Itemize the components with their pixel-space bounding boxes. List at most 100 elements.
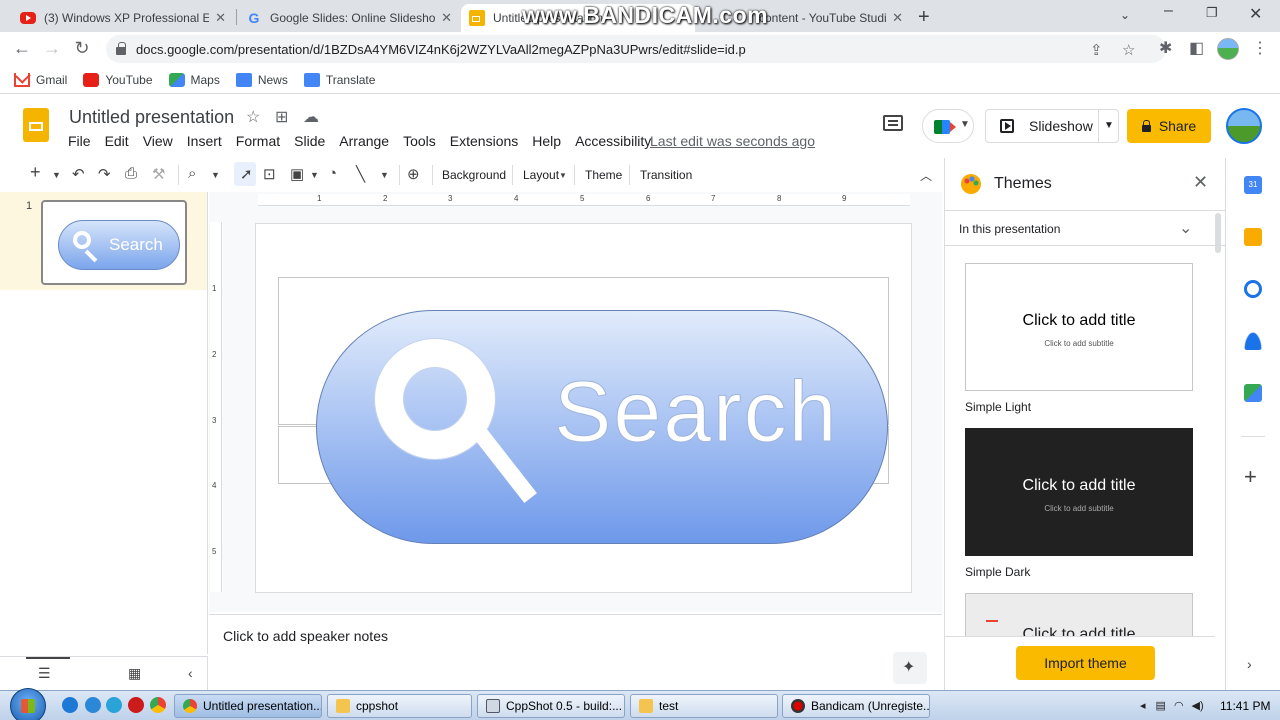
print-icon[interactable]: ⎙: [125, 165, 137, 182]
explorer-icon[interactable]: [85, 697, 101, 713]
menu-help[interactable]: Help: [532, 133, 561, 149]
edge-icon[interactable]: [62, 697, 78, 713]
maps-icon[interactable]: [1244, 384, 1262, 402]
bookmark-translate[interactable]: Translate: [303, 72, 375, 87]
opera-icon[interactable]: [128, 697, 144, 713]
menu-edit[interactable]: Edit: [105, 133, 129, 149]
line-icon[interactable]: ╲: [356, 165, 365, 183]
theme-card-simple-light[interactable]: Click to add title Click to add subtitle: [965, 263, 1193, 391]
bookmark-gmail[interactable]: Gmail: [14, 72, 67, 87]
slide-thumbnail[interactable]: Search: [41, 200, 187, 285]
taskbar-item-cppshot[interactable]: CppShot 0.5 - build:...: [477, 694, 625, 718]
select-arrow-icon[interactable]: ➚: [240, 165, 253, 183]
close-icon[interactable]: ✕: [1193, 172, 1208, 193]
collapse-filmstrip-icon[interactable]: ‹: [188, 665, 193, 681]
tab-close-icon[interactable]: ✕: [215, 10, 226, 26]
taskbar-item-test-folder[interactable]: test: [630, 694, 778, 718]
new-slide-caret-icon[interactable]: ▼: [52, 170, 61, 180]
theme-card-simple-dark[interactable]: Click to add title Click to add subtitle: [965, 428, 1193, 556]
slideshow-options-caret-icon[interactable]: ▼: [1104, 120, 1114, 131]
bookmark-news[interactable]: News: [235, 72, 288, 87]
tab-google-slides-info[interactable]: G Google Slides: Online Slideshow ✕: [238, 4, 460, 32]
background-button[interactable]: Background: [442, 168, 506, 182]
share-button[interactable]: Share: [1127, 109, 1211, 143]
star-icon[interactable]: ☆: [246, 107, 260, 127]
zoom-icon[interactable]: ⌕: [188, 165, 196, 182]
new-slide-plus-icon[interactable]: +: [30, 162, 41, 183]
layout-button[interactable]: Layout: [523, 168, 559, 182]
side-panel-icon[interactable]: ◧: [1189, 38, 1204, 58]
chrome-icon[interactable]: [150, 697, 166, 713]
address-bar[interactable]: docs.google.com/presentation/d/1BZDsA4YM…: [106, 35, 1166, 63]
menu-view[interactable]: View: [143, 133, 173, 149]
close-window-icon[interactable]: ✕: [1249, 4, 1262, 24]
menu-slide[interactable]: Slide: [294, 133, 325, 149]
undo-icon[interactable]: ↶: [72, 165, 85, 183]
menu-tools[interactable]: Tools: [403, 133, 436, 149]
paint-format-icon[interactable]: ⚒: [152, 165, 165, 183]
tray-expand-icon[interactable]: ◂: [1140, 699, 1146, 712]
start-button[interactable]: [10, 688, 46, 720]
account-avatar[interactable]: [1226, 108, 1262, 144]
menu-accessibility[interactable]: Accessibility: [575, 133, 651, 149]
taskbar-clock[interactable]: 11:41 PM: [1220, 699, 1270, 713]
explore-icon[interactable]: [893, 652, 927, 684]
collapse-toolbar-chevron-icon[interactable]: ︿: [920, 167, 932, 184]
redo-icon[interactable]: ↷: [98, 165, 111, 183]
menu-insert[interactable]: Insert: [187, 133, 222, 149]
volume-icon[interactable]: ◀): [1192, 699, 1204, 712]
slideshow-button[interactable]: Slideshow ▼: [985, 109, 1119, 143]
menu-arrange[interactable]: Arrange: [339, 133, 389, 149]
menu-format[interactable]: Format: [236, 133, 280, 149]
tab-search-chevron-icon[interactable]: ⌄: [1120, 8, 1130, 22]
zoom-caret-icon[interactable]: ▼: [211, 170, 220, 180]
menu-extensions[interactable]: Extensions: [450, 133, 518, 149]
browser-menu-icon[interactable]: ⋮: [1252, 38, 1268, 58]
back-arrow-icon[interactable]: ←: [10, 38, 34, 59]
speaker-notes-placeholder[interactable]: Click to add speaker notes: [223, 628, 388, 644]
firefox-icon[interactable]: [106, 697, 122, 713]
bookmark-maps[interactable]: Maps: [168, 72, 220, 87]
contacts-icon[interactable]: [1244, 332, 1262, 350]
image-icon[interactable]: ▣: [290, 165, 304, 183]
network-icon[interactable]: ▤: [1156, 699, 1166, 712]
line-caret-icon[interactable]: ▼: [380, 170, 389, 180]
calendar-icon[interactable]: 31: [1244, 176, 1262, 194]
bookmark-youtube[interactable]: YouTube: [83, 72, 153, 87]
slide-canvas[interactable]: Search: [255, 223, 912, 593]
tab-close-icon[interactable]: ✕: [892, 10, 903, 26]
browser-profile-avatar[interactable]: [1217, 38, 1239, 60]
comment-history-icon[interactable]: [883, 115, 903, 131]
share-page-icon[interactable]: ⇪: [1090, 41, 1103, 59]
text-box-icon[interactable]: ⊡: [263, 165, 276, 183]
shape-icon[interactable]: ◔: [328, 165, 337, 182]
themes-scrollbar[interactable]: [1215, 213, 1221, 253]
keep-icon[interactable]: [1244, 228, 1262, 246]
taskbar-item-cppshot-folder[interactable]: cppshot: [327, 694, 472, 718]
slides-logo-icon[interactable]: [23, 108, 49, 142]
restore-icon[interactable]: ❐: [1206, 5, 1218, 21]
bookmark-star-icon[interactable]: ☆: [1122, 41, 1135, 59]
grid-view-icon[interactable]: ▦: [128, 665, 141, 682]
extensions-puzzle-icon[interactable]: ✱: [1159, 38, 1172, 58]
reload-icon[interactable]: ↻: [70, 38, 94, 59]
menu-file[interactable]: File: [68, 133, 91, 149]
chevron-right-icon[interactable]: ›: [1247, 656, 1252, 672]
add-comment-icon[interactable]: ⊕: [407, 165, 420, 183]
wifi-icon[interactable]: ◠: [1174, 699, 1184, 712]
taskbar-item-bandicam[interactable]: Bandicam (Unregiste...: [782, 694, 930, 718]
new-tab-icon[interactable]: +: [918, 6, 930, 29]
filmstrip-view-icon[interactable]: ☰: [38, 665, 51, 682]
get-addons-plus-icon[interactable]: +: [1244, 464, 1257, 490]
speaker-notes[interactable]: Click to add speaker notes: [209, 614, 942, 690]
tab-windows-xp[interactable]: (3) Windows XP Professional Edit ✕: [12, 4, 234, 32]
themes-section-dropdown[interactable]: In this presentation ⌄: [945, 210, 1225, 246]
move-folder-icon[interactable]: ⊞: [275, 107, 288, 127]
search-image[interactable]: Search: [316, 310, 888, 544]
tasks-icon[interactable]: [1244, 280, 1262, 298]
url-text[interactable]: docs.google.com/presentation/d/1BZDsA4YM…: [136, 42, 746, 57]
meet-button[interactable]: ▼: [922, 109, 974, 143]
forward-arrow-icon[interactable]: →: [40, 38, 64, 59]
theme-button[interactable]: Theme: [585, 168, 622, 182]
tab-close-icon[interactable]: ✕: [441, 10, 452, 26]
